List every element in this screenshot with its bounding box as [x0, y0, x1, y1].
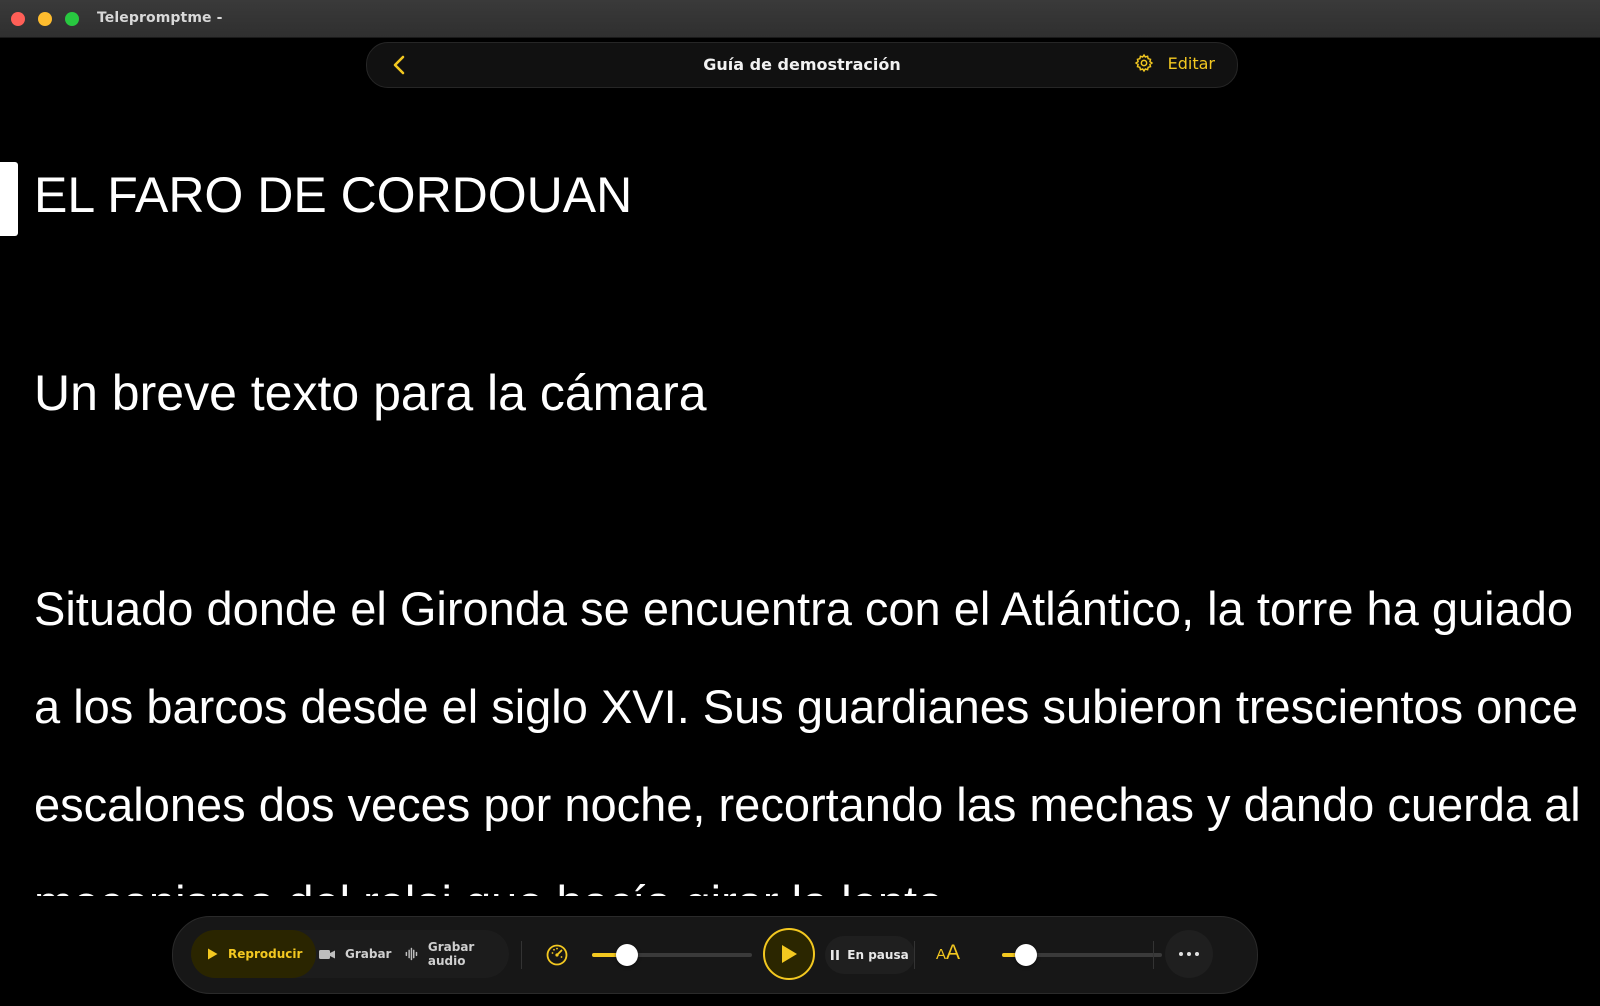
- speedometer-icon[interactable]: [545, 943, 569, 967]
- status-label: En pausa: [847, 948, 909, 962]
- minimize-window-button[interactable]: [38, 12, 52, 26]
- play-icon: [782, 945, 797, 963]
- pause-icon: [831, 950, 840, 960]
- record-audio-mode-label: Grabar audio: [427, 940, 475, 968]
- header-bar: Guía de demostración Editar: [366, 42, 1238, 88]
- reading-position-marker[interactable]: [0, 162, 18, 236]
- ellipsis-icon: [1179, 952, 1183, 956]
- record-mode-label: Grabar: [345, 947, 392, 961]
- app-window: Telepromptme - Guía de demostración Edit…: [0, 0, 1600, 1006]
- gear-icon: [1134, 53, 1153, 73]
- page-title: Guía de demostración: [703, 55, 901, 74]
- playback-toolbar: Reproducir Grabar Grabar audio En pausa …: [172, 916, 1258, 994]
- title-bar: Telepromptme -: [0, 0, 1600, 38]
- speed-slider[interactable]: [592, 944, 752, 966]
- script-title: EL FARO DE CORDOUAN: [34, 167, 633, 223]
- toolbar-divider: [914, 941, 915, 969]
- toolbar-divider: [1153, 941, 1154, 969]
- edit-button[interactable]: Editar: [1134, 53, 1215, 73]
- script-body: Situado donde el Gironda se encuentra co…: [34, 582, 1581, 896]
- edit-label: Editar: [1167, 53, 1215, 73]
- play-button[interactable]: [763, 928, 815, 980]
- font-size-slider[interactable]: [1002, 944, 1162, 966]
- record-mode-button[interactable]: Grabar: [319, 930, 391, 978]
- maximize-window-button[interactable]: [65, 12, 79, 26]
- mode-selector: Reproducir Grabar Grabar audio: [191, 930, 509, 978]
- play-mode-label: Reproducir: [228, 947, 303, 961]
- play-icon: [208, 948, 218, 960]
- toolbar-divider: [521, 941, 522, 969]
- record-audio-mode-button[interactable]: Grabar audio: [405, 930, 509, 978]
- video-camera-icon: [319, 949, 335, 959]
- close-window-button[interactable]: [11, 12, 25, 26]
- window-title: Telepromptme -: [97, 10, 223, 26]
- script-subtitle: Un breve texto para la cámara: [34, 365, 707, 421]
- text-size-icon[interactable]: AA: [936, 941, 960, 965]
- speed-slider-knob[interactable]: [616, 944, 638, 966]
- play-mode-button[interactable]: Reproducir: [191, 930, 317, 978]
- waveform-icon: [405, 947, 418, 961]
- font-size-slider-knob[interactable]: [1015, 944, 1037, 966]
- status-badge: En pausa: [825, 936, 915, 974]
- more-options-button[interactable]: [1165, 930, 1213, 978]
